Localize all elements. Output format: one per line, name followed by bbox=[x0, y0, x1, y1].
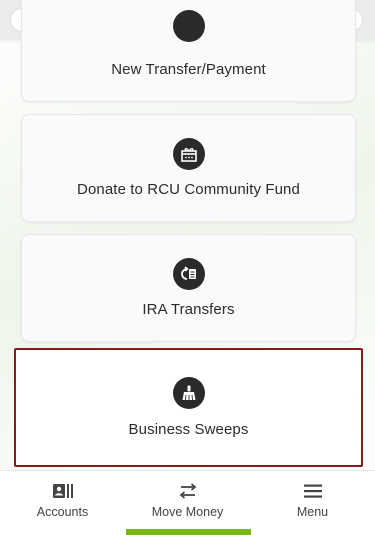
gift-icon bbox=[173, 138, 205, 170]
nav-label: Move Money bbox=[151, 505, 224, 519]
transfer-icon bbox=[173, 10, 205, 42]
nav-label: Accounts bbox=[36, 505, 89, 519]
nav-item-move-money[interactable]: Move Money bbox=[125, 471, 250, 535]
card-label: Business Sweeps bbox=[128, 421, 249, 438]
swap-arrows-icon bbox=[179, 483, 196, 499]
new-transfer-payment-card[interactable]: New Transfer/Payment bbox=[21, 0, 356, 102]
hamburger-icon bbox=[303, 484, 322, 498]
business-sweeps-card[interactable]: Business Sweeps bbox=[14, 348, 363, 467]
nav-label: Menu bbox=[296, 505, 329, 519]
nav-item-menu[interactable]: Menu bbox=[250, 471, 375, 535]
ira-transfers-card[interactable]: IRA Transfers bbox=[21, 234, 356, 342]
ira-icon bbox=[173, 258, 205, 290]
broom-icon bbox=[173, 377, 205, 409]
donate-card[interactable]: Donate to RCU Community Fund bbox=[21, 114, 356, 222]
card-label: New Transfer/Payment bbox=[111, 61, 266, 78]
bottom-nav: Accounts Move Money Menu bbox=[0, 470, 375, 535]
card-label: Donate to RCU Community Fund bbox=[77, 181, 300, 198]
accounts-icon bbox=[52, 484, 73, 498]
active-tab-indicator bbox=[126, 529, 251, 535]
card-label: IRA Transfers bbox=[142, 301, 235, 318]
nav-item-accounts[interactable]: Accounts bbox=[0, 471, 125, 535]
